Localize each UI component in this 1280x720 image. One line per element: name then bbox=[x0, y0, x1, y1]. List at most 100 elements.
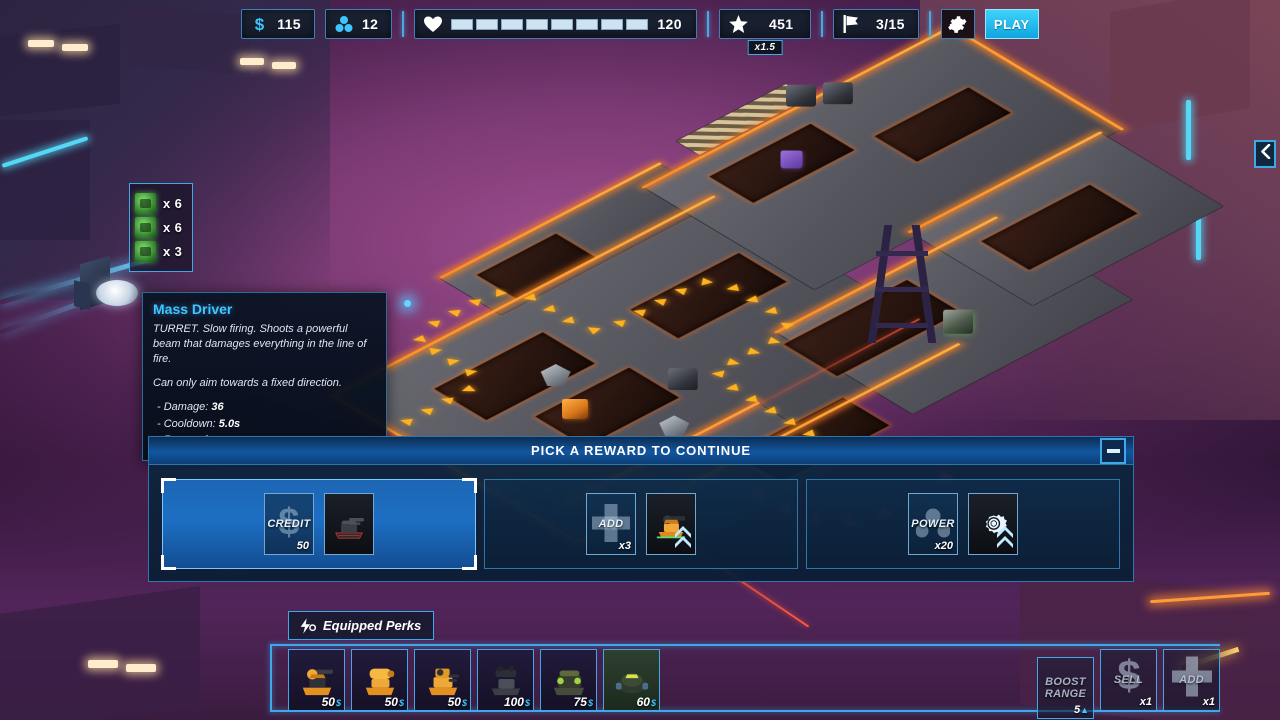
turret-mg-icon bbox=[302, 669, 333, 696]
add-label: ADD bbox=[1179, 673, 1204, 686]
reward-card-add-turret[interactable]: ADD x3 bbox=[484, 479, 798, 569]
add-button[interactable]: ADD x1 bbox=[1163, 649, 1220, 711]
background-block bbox=[0, 120, 90, 240]
build-bar: 50$ 50$ 50$ 100$ 75$ 60$ BOOST RANGE 5▲ … bbox=[270, 644, 1220, 720]
reward-slot-quantity: x20 bbox=[934, 540, 953, 552]
neon-light bbox=[126, 664, 156, 672]
enemy-count: x 6 bbox=[163, 220, 183, 235]
neon-light bbox=[62, 44, 88, 51]
neon-light bbox=[272, 62, 296, 69]
cells-counter[interactable]: 12 bbox=[325, 9, 393, 39]
upgrade-chevrons-icon bbox=[997, 526, 1013, 548]
score-multiplier-badge: x1.5 bbox=[747, 40, 783, 55]
enemy-count: x 3 bbox=[163, 244, 183, 259]
reward-slot-label: POWER bbox=[911, 518, 955, 530]
hud-divider bbox=[402, 11, 405, 37]
play-button[interactable]: PLAY bbox=[984, 9, 1039, 39]
turret-cost: 100$ bbox=[503, 695, 530, 709]
health-segment bbox=[501, 18, 524, 30]
health-segment bbox=[576, 18, 599, 30]
neon-light bbox=[240, 58, 264, 65]
boost-range-button[interactable]: BOOST RANGE 5▲ bbox=[1037, 657, 1094, 719]
health-segment bbox=[551, 18, 574, 30]
boost-range-quantity: 5▲ bbox=[1073, 704, 1089, 716]
tooltip-description: TURRET. Slow firing. Shoots a powerful b… bbox=[153, 323, 367, 365]
tooltip-stat-damage: - Damage: 36 bbox=[157, 401, 224, 414]
flag-icon bbox=[843, 15, 859, 33]
lightning-icon bbox=[299, 617, 316, 634]
reward-slot-label: ADD bbox=[598, 518, 624, 530]
minimize-icon bbox=[1106, 448, 1120, 453]
enemy-count-row: x 6 bbox=[135, 217, 187, 238]
turret-shop-item[interactable]: 100$ bbox=[477, 649, 534, 711]
heart-icon bbox=[424, 16, 443, 33]
reward-panel: PICK A REWARD TO CONTINUE $ CREDIT 50 AD… bbox=[148, 436, 1134, 582]
health-counter[interactable]: 120 bbox=[414, 9, 697, 39]
reward-card-power[interactable]: POWER x20 bbox=[806, 479, 1120, 569]
collapse-panel-button[interactable] bbox=[1254, 140, 1276, 168]
turret-flak-icon bbox=[428, 668, 459, 696]
turret-heavy-icon bbox=[491, 665, 520, 696]
reward-slot-power: POWER x20 bbox=[908, 493, 958, 555]
turret-cannon-icon bbox=[365, 668, 394, 696]
reward-slot-label: CREDIT bbox=[267, 518, 311, 530]
health-segment bbox=[476, 18, 499, 30]
reward-slot-credit: $ CREDIT 50 bbox=[264, 493, 314, 555]
hud-divider bbox=[928, 11, 931, 37]
reward-slot-add: ADD x3 bbox=[586, 493, 636, 555]
add-quantity: x1 bbox=[1202, 696, 1215, 708]
wave-counter[interactable]: 3/15 bbox=[832, 9, 919, 39]
cells-value: 12 bbox=[362, 16, 379, 32]
top-hud-bar: $ 115 12 120 451 x1.5 3/15 PLAY bbox=[0, 6, 1280, 55]
turret-missile-icon bbox=[553, 670, 584, 696]
chevron-left-icon bbox=[1260, 143, 1271, 164]
dollar-icon: $ bbox=[251, 15, 268, 34]
build-bar-actions: BOOST RANGE 5▲ $ SELL x1 ADD x1 bbox=[1037, 649, 1220, 719]
upgrade-chevrons-icon bbox=[675, 526, 691, 548]
enemy-count-row: x 6 bbox=[135, 193, 187, 214]
health-bar bbox=[451, 18, 649, 30]
turret-shop-item[interactable]: 60$ bbox=[603, 649, 660, 711]
settings-button[interactable] bbox=[940, 9, 975, 39]
turret-cost: 60$ bbox=[636, 695, 656, 709]
selection-corner bbox=[161, 555, 176, 570]
health-segment bbox=[601, 18, 624, 30]
sell-quantity: x1 bbox=[1139, 696, 1152, 708]
svg-text:$: $ bbox=[255, 15, 265, 34]
turret-shop-item[interactable]: 50$ bbox=[351, 649, 408, 711]
score-counter[interactable]: 451 x1.5 bbox=[718, 9, 811, 55]
background-pylon bbox=[862, 225, 952, 345]
gear-icon bbox=[948, 15, 967, 34]
reward-slot-quantity: 50 bbox=[296, 540, 309, 552]
stat-damage-value: 36 bbox=[211, 401, 224, 414]
reward-slot-quantity: x3 bbox=[618, 540, 631, 552]
health-segment bbox=[526, 18, 549, 30]
dark-turret-icon bbox=[335, 518, 364, 539]
reward-card-credit[interactable]: $ CREDIT 50 bbox=[161, 478, 477, 570]
health-segment bbox=[451, 18, 474, 30]
hud-divider bbox=[706, 11, 709, 37]
equipped-perks-button[interactable]: Equipped Perks bbox=[288, 611, 435, 640]
turret-cost: 50$ bbox=[447, 695, 467, 709]
turret-shop-item[interactable]: 75$ bbox=[540, 649, 597, 711]
star-icon bbox=[729, 15, 748, 33]
enemy-wave-panel: x 6 x 6 x 3 bbox=[129, 183, 193, 272]
health-segment bbox=[626, 18, 649, 30]
sell-button[interactable]: $ SELL x1 bbox=[1100, 649, 1157, 711]
turret-shop-list: 50$ 50$ 50$ 100$ 75$ 60$ bbox=[288, 649, 660, 711]
turret-cost: 50$ bbox=[384, 695, 404, 709]
minimize-button[interactable] bbox=[1100, 437, 1126, 464]
boost-range-label: BOOST RANGE bbox=[1044, 675, 1087, 700]
enemy-count: x 6 bbox=[163, 196, 183, 211]
credits-counter[interactable]: $ 115 bbox=[241, 9, 315, 39]
enemy-count-row: x 3 bbox=[135, 241, 187, 262]
reward-card-list: $ CREDIT 50 ADD x3 POWER x20 bbox=[149, 465, 1133, 583]
turret-shop-item[interactable]: 50$ bbox=[414, 649, 471, 711]
tooltip-note: Can only aim towards a fixed direction. bbox=[153, 376, 342, 389]
enemy-type-1-icon bbox=[135, 193, 156, 214]
enemy-type-2-icon bbox=[135, 217, 156, 238]
turret-shop-item[interactable]: 50$ bbox=[288, 649, 345, 711]
health-value: 120 bbox=[657, 16, 682, 32]
tooltip-stat-cooldown: - Cooldown: 5.0s bbox=[157, 417, 241, 430]
reward-panel-title: PICK A REWARD TO CONTINUE bbox=[531, 443, 751, 458]
